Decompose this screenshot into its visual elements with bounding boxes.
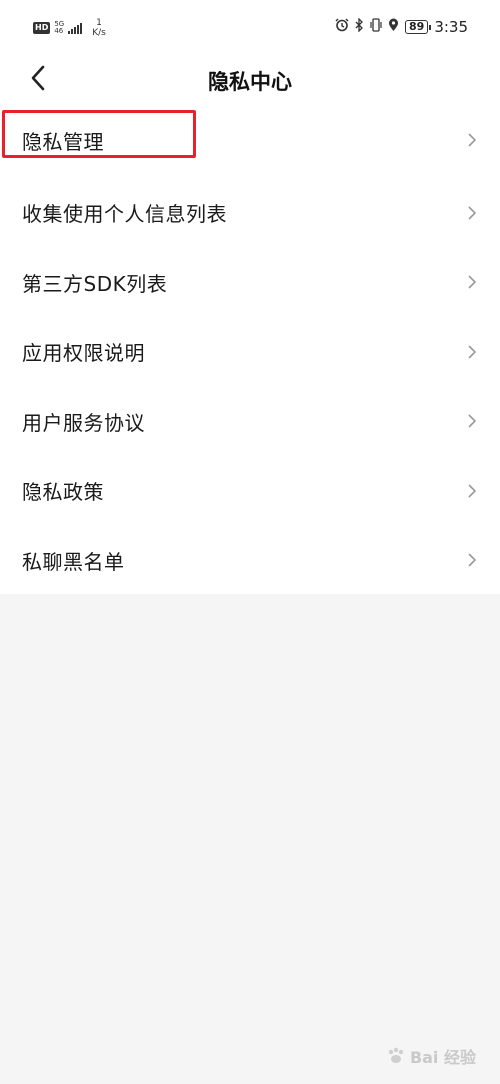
- status-time: 3:35: [434, 18, 468, 36]
- menu-item-label: 第三方SDK列表: [22, 271, 168, 296]
- chevron-right-icon: [468, 484, 477, 498]
- battery-icon: 89: [405, 20, 432, 34]
- watermark-text: Bai 经验: [409, 1048, 476, 1067]
- menu-item-chat-blacklist[interactable]: 私聊黑名单: [0, 526, 500, 596]
- network-speed-unit: K/s: [92, 28, 106, 38]
- location-icon: [388, 18, 399, 36]
- status-right: 89 3:35: [335, 17, 468, 36]
- menu-item-third-party-sdk[interactable]: 第三方SDK列表: [0, 248, 500, 318]
- menu-item-label: 应用权限说明: [22, 341, 145, 366]
- network-type: 5G 46: [54, 21, 64, 35]
- menu-item-label: 隐私管理: [22, 129, 104, 154]
- network-speed-value: 1: [96, 18, 102, 28]
- chevron-right-icon: [468, 345, 477, 359]
- chevron-right-icon: [468, 414, 477, 428]
- menu-item-privacy-policy[interactable]: 隐私政策: [0, 456, 500, 526]
- network-type-bottom: 46: [54, 27, 64, 35]
- vibrate-icon: [370, 18, 382, 36]
- menu-item-privacy-management[interactable]: 隐私管理: [0, 102, 500, 178]
- chevron-right-icon: [468, 553, 477, 567]
- menu-item-label: 收集使用个人信息列表: [22, 202, 227, 227]
- watermark: Bai 经验: [386, 1044, 476, 1068]
- chevron-right-icon: [468, 275, 477, 289]
- status-bar: HD 5G 46 1 K/s 89 3:35: [0, 0, 500, 56]
- menu-list: 隐私管理 收集使用个人信息列表 第三方SDK列表 应用权限说明 用户服务协议 隐…: [0, 102, 500, 594]
- alarm-icon: [335, 18, 349, 36]
- chevron-right-icon: [468, 133, 477, 147]
- signal-icon: [68, 22, 83, 34]
- menu-item-user-agreement[interactable]: 用户服务协议: [0, 387, 500, 457]
- menu-item-label: 用户服务协议: [22, 410, 145, 435]
- bluetooth-icon: [355, 17, 364, 36]
- status-left: HD 5G 46 1 K/s: [33, 18, 106, 38]
- menu-item-personal-info-list[interactable]: 收集使用个人信息列表: [0, 178, 500, 248]
- menu-item-label: 隐私政策: [22, 480, 104, 505]
- menu-item-app-permissions[interactable]: 应用权限说明: [0, 317, 500, 387]
- paw-icon: [388, 1047, 404, 1063]
- network-speed: 1 K/s: [92, 18, 106, 38]
- page-title: 隐私中心: [208, 70, 292, 94]
- menu-item-label: 私聊黑名单: [22, 549, 125, 574]
- chevron-right-icon: [468, 206, 477, 220]
- hd-badge: HD: [33, 22, 51, 34]
- nav-bar: 隐私中心: [0, 56, 500, 102]
